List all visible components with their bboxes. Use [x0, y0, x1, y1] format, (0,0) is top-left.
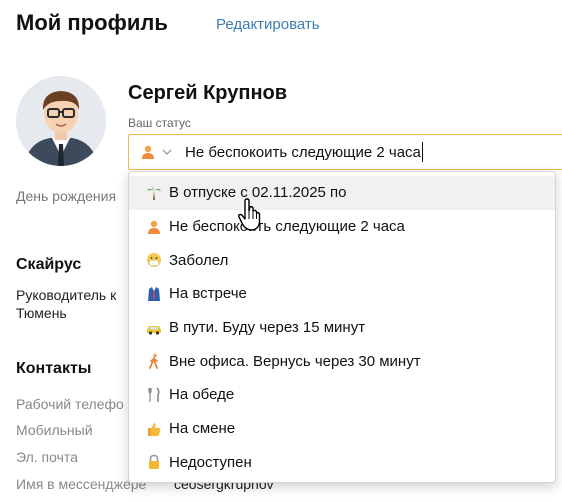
status-option-lunch[interactable]: На обеде	[129, 378, 555, 412]
palm-tree-icon	[143, 182, 165, 204]
status-option-unavailable[interactable]: Недоступен	[129, 446, 555, 480]
status-value: Не беспокоить следующие 2 часа	[185, 143, 421, 161]
fork-knife-icon	[143, 384, 165, 406]
text-caret	[421, 142, 423, 162]
status-option-out-of-office[interactable]: Вне офиса. Вернусь через 30 минут	[129, 344, 555, 378]
status-option-on-the-way[interactable]: В пути. Буду через 15 минут	[129, 311, 555, 345]
status-option-meeting[interactable]: На встрече	[129, 277, 555, 311]
status-option-dnd[interactable]: Не беспокоить следующие 2 часа	[129, 210, 555, 244]
walking-person-icon	[143, 350, 165, 372]
work-phone-label: Рабочий телефо	[16, 396, 124, 412]
birthday-label: День рождения	[16, 188, 117, 204]
thumbs-up-icon	[143, 418, 165, 440]
dnd-person-icon	[143, 216, 165, 238]
dnd-person-icon[interactable]	[137, 141, 159, 163]
lock-icon	[143, 451, 165, 473]
suit-icon	[143, 283, 165, 305]
status-option-vacation[interactable]: В отпуске с 02.11.2025 по	[129, 176, 555, 210]
sick-face-icon	[143, 249, 165, 271]
email-label: Эл. почта	[16, 449, 78, 465]
chevron-down-icon[interactable]	[159, 141, 175, 163]
status-label: Ваш статус	[128, 116, 191, 130]
edit-profile-link[interactable]: Редактировать	[216, 16, 320, 33]
position-text: Руководитель к	[16, 287, 117, 303]
company-title: Скайрус	[16, 256, 82, 273]
contacts-title: Контакты	[16, 360, 92, 377]
messenger-label: Имя в мессенджере	[16, 476, 147, 492]
page-title: Мой профиль	[16, 10, 168, 35]
avatar	[16, 76, 106, 166]
status-option-sick[interactable]: Заболел	[129, 243, 555, 277]
city-text: Тюмень	[16, 305, 67, 321]
taxi-icon	[143, 317, 165, 339]
mobile-label: Мобильный	[16, 422, 93, 438]
status-dropdown: В отпуске с 02.11.2025 по Не беспокоить …	[128, 171, 556, 483]
status-option-on-shift[interactable]: На смене	[129, 412, 555, 446]
profile-name: Сергей Крупнов	[128, 82, 288, 104]
status-input[interactable]: Не беспокоить следующие 2 часа	[128, 134, 562, 170]
